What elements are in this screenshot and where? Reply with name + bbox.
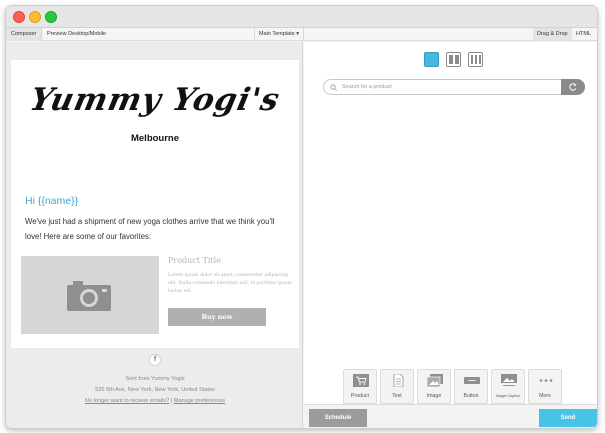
block-product[interactable]: Product [343,369,377,404]
zoom-window-button[interactable] [45,11,57,23]
column-layout-picker [424,52,484,68]
title-bar [6,6,597,28]
block-label: More [539,393,551,399]
refresh-icon [569,83,577,91]
buy-now-button[interactable]: Buy now [168,308,266,326]
brand-subtitle[interactable]: Melbourne [11,133,299,144]
refresh-button[interactable] [561,79,585,95]
one-column-layout-icon[interactable] [424,52,439,67]
footer-sent-from: Sent from Yummy Yogis [125,376,185,382]
template-dropdown-label: Main Template [259,31,295,37]
email-greeting[interactable]: Hi {{name}} [25,195,78,207]
content-blocks: Product Text Image Button Image+Caption … [343,369,563,407]
minimize-window-button[interactable] [29,11,41,23]
product-image-placeholder[interactable] [21,256,159,334]
tab-drag-drop[interactable]: Drag & Drop [533,28,572,41]
tab-preview[interactable]: Preview Desktop/Mobile [42,28,111,41]
caret-down-icon: ▾ [296,31,299,37]
block-button[interactable]: Button [454,369,488,404]
manage-preferences-link[interactable]: Manage preferences [174,398,225,404]
action-bar: Schedule Send [304,404,597,428]
editor-toolbar: Composer Preview Desktop/Mobile Main Tem… [6,28,597,41]
product-search-bar [323,79,585,95]
product-search-input[interactable] [342,82,552,92]
block-label: Product [351,393,369,399]
send-button[interactable]: Send [539,409,597,427]
three-column-layout-icon[interactable] [468,52,483,67]
email-footer: f Sent from Yummy Yogis 525 6th Ave, New… [11,348,299,428]
footer-address: 525 6th Ave, New York, New York, United … [95,387,215,393]
facebook-icon[interactable]: f [149,354,161,366]
builder-pane: Product Text Image [304,42,597,428]
camera-icon [67,281,111,311]
email-paragraph[interactable]: We've just had a shipment of new yoga cl… [25,214,287,244]
block-text[interactable]: Text [380,369,414,404]
cart-icon [353,374,369,387]
two-column-layout-icon[interactable] [446,52,461,67]
search-icon [330,84,337,91]
close-window-button[interactable] [13,11,25,23]
tab-composer[interactable]: Composer [6,28,43,41]
more-icon [539,379,553,382]
block-image[interactable]: Image [417,369,451,404]
block-label: Button [463,393,479,399]
unsubscribe-link[interactable]: No longer want to recieve emails? [85,398,169,404]
block-label: Image [426,393,442,399]
brand-logo[interactable]: Yummy Yogi's [7,82,303,118]
image-caption-icon [501,374,517,386]
email-canvas: Yummy Yogi's Melbourne Hi {{name}} We've… [11,60,299,348]
schedule-button[interactable]: Schedule [309,409,367,427]
image-icon [427,374,443,387]
tab-html[interactable]: HTML [572,28,595,41]
document-icon [393,374,404,387]
block-image-caption[interactable]: Image+Caption [491,369,525,404]
template-dropdown[interactable]: Main Template ▾ [254,28,304,41]
button-icon [464,377,480,384]
product-title[interactable]: Product Title [168,256,221,265]
block-more[interactable]: More [528,369,562,404]
email-preview-pane: Yummy Yogi's Melbourne Hi {{name}} We've… [6,42,303,428]
product-description[interactable]: Lorem ipsum dolor sit amet, consectetur … [168,272,292,296]
footer-links: No longer want to recieve emails? | Mana… [11,398,299,404]
app-window: Composer Preview Desktop/Mobile Main Tem… [5,5,598,429]
block-label: Image+Caption [495,394,521,398]
block-label: Text [392,393,402,399]
